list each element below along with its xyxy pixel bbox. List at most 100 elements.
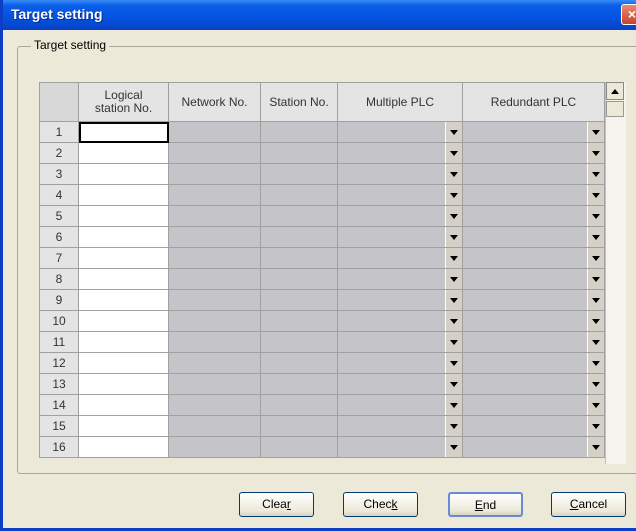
title-bar[interactable]: Target setting × [3, 0, 636, 30]
row-number[interactable]: 4 [39, 184, 79, 206]
logical-station-input[interactable] [78, 373, 169, 395]
logical-station-input[interactable] [78, 268, 169, 290]
dropdown-arrow-icon[interactable] [587, 395, 604, 415]
logical-station-input[interactable] [78, 331, 169, 353]
scroll-up-arrow-icon[interactable] [606, 82, 624, 100]
dropdown-arrow-icon[interactable] [445, 206, 462, 226]
multiple-plc-dropdown[interactable] [337, 373, 463, 395]
multiple-plc-dropdown[interactable] [337, 247, 463, 269]
multiple-plc-dropdown[interactable] [337, 163, 463, 185]
redundant-plc-dropdown[interactable] [462, 436, 605, 458]
cancel-button[interactable]: Cancel [551, 492, 626, 517]
dropdown-arrow-icon[interactable] [587, 122, 604, 142]
end-button[interactable]: End [448, 492, 523, 517]
multiple-plc-dropdown[interactable] [337, 226, 463, 248]
row-number[interactable]: 3 [39, 163, 79, 185]
row-number[interactable]: 15 [39, 415, 79, 437]
redundant-plc-dropdown[interactable] [462, 352, 605, 374]
column-header-0[interactable]: Logical station No. [78, 82, 169, 122]
dropdown-arrow-icon[interactable] [587, 416, 604, 436]
multiple-plc-dropdown[interactable] [337, 205, 463, 227]
multiple-plc-dropdown[interactable] [337, 184, 463, 206]
row-number[interactable]: 2 [39, 142, 79, 164]
dropdown-arrow-icon[interactable] [587, 332, 604, 352]
multiple-plc-dropdown[interactable] [337, 121, 463, 143]
logical-station-input[interactable] [78, 415, 169, 437]
multiple-plc-dropdown[interactable] [337, 352, 463, 374]
column-header-1[interactable]: Network No. [168, 82, 261, 122]
row-number[interactable]: 9 [39, 289, 79, 311]
logical-station-input[interactable] [78, 205, 169, 227]
redundant-plc-dropdown[interactable] [462, 331, 605, 353]
dropdown-arrow-icon[interactable] [587, 206, 604, 226]
dropdown-arrow-icon[interactable] [445, 353, 462, 373]
logical-station-input[interactable] [78, 394, 169, 416]
redundant-plc-dropdown[interactable] [462, 268, 605, 290]
logical-station-input[interactable] [78, 121, 169, 143]
redundant-plc-dropdown[interactable] [462, 289, 605, 311]
redundant-plc-dropdown[interactable] [462, 205, 605, 227]
row-number[interactable]: 10 [39, 310, 79, 332]
dropdown-arrow-icon[interactable] [587, 437, 604, 457]
dropdown-arrow-icon[interactable] [445, 227, 462, 247]
multiple-plc-dropdown[interactable] [337, 331, 463, 353]
row-number[interactable]: 8 [39, 268, 79, 290]
row-number[interactable]: 1 [39, 121, 79, 143]
column-header-3[interactable]: Multiple PLC [337, 82, 463, 122]
row-number[interactable]: 7 [39, 247, 79, 269]
scroll-thumb[interactable] [606, 101, 624, 117]
row-number[interactable]: 11 [39, 331, 79, 353]
close-button[interactable]: × [621, 4, 636, 25]
vertical-scrollbar[interactable] [605, 82, 626, 464]
logical-station-input[interactable] [78, 142, 169, 164]
logical-station-input[interactable] [78, 352, 169, 374]
multiple-plc-dropdown[interactable] [337, 289, 463, 311]
grid-corner-cell[interactable] [39, 82, 79, 122]
dropdown-arrow-icon[interactable] [445, 269, 462, 289]
dropdown-arrow-icon[interactable] [445, 374, 462, 394]
dropdown-arrow-icon[interactable] [445, 248, 462, 268]
dropdown-arrow-icon[interactable] [587, 311, 604, 331]
logical-station-input[interactable] [78, 163, 169, 185]
dropdown-arrow-icon[interactable] [587, 374, 604, 394]
multiple-plc-dropdown[interactable] [337, 394, 463, 416]
dropdown-arrow-icon[interactable] [445, 311, 462, 331]
row-number[interactable]: 16 [39, 436, 79, 458]
multiple-plc-dropdown[interactable] [337, 415, 463, 437]
dropdown-arrow-icon[interactable] [445, 164, 462, 184]
dropdown-arrow-icon[interactable] [587, 164, 604, 184]
clear-button[interactable]: Clear [239, 492, 314, 517]
multiple-plc-dropdown[interactable] [337, 436, 463, 458]
row-number[interactable]: 6 [39, 226, 79, 248]
dropdown-arrow-icon[interactable] [445, 290, 462, 310]
redundant-plc-dropdown[interactable] [462, 373, 605, 395]
row-number[interactable]: 14 [39, 394, 79, 416]
redundant-plc-dropdown[interactable] [462, 142, 605, 164]
dropdown-arrow-icon[interactable] [587, 143, 604, 163]
redundant-plc-dropdown[interactable] [462, 226, 605, 248]
column-header-2[interactable]: Station No. [260, 82, 338, 122]
row-number[interactable]: 13 [39, 373, 79, 395]
row-number[interactable]: 12 [39, 352, 79, 374]
column-header-4[interactable]: Redundant PLC [462, 82, 605, 122]
dropdown-arrow-icon[interactable] [445, 416, 462, 436]
logical-station-input[interactable] [78, 436, 169, 458]
dropdown-arrow-icon[interactable] [445, 332, 462, 352]
redundant-plc-dropdown[interactable] [462, 163, 605, 185]
dropdown-arrow-icon[interactable] [587, 185, 604, 205]
redundant-plc-dropdown[interactable] [462, 184, 605, 206]
multiple-plc-dropdown[interactable] [337, 142, 463, 164]
dropdown-arrow-icon[interactable] [587, 227, 604, 247]
redundant-plc-dropdown[interactable] [462, 310, 605, 332]
dropdown-arrow-icon[interactable] [587, 353, 604, 373]
dropdown-arrow-icon[interactable] [587, 248, 604, 268]
row-number[interactable]: 5 [39, 205, 79, 227]
dropdown-arrow-icon[interactable] [445, 143, 462, 163]
redundant-plc-dropdown[interactable] [462, 394, 605, 416]
logical-station-input[interactable] [78, 184, 169, 206]
logical-station-input[interactable] [78, 310, 169, 332]
redundant-plc-dropdown[interactable] [462, 415, 605, 437]
dropdown-arrow-icon[interactable] [445, 185, 462, 205]
logical-station-input[interactable] [78, 247, 169, 269]
logical-station-input[interactable] [78, 226, 169, 248]
